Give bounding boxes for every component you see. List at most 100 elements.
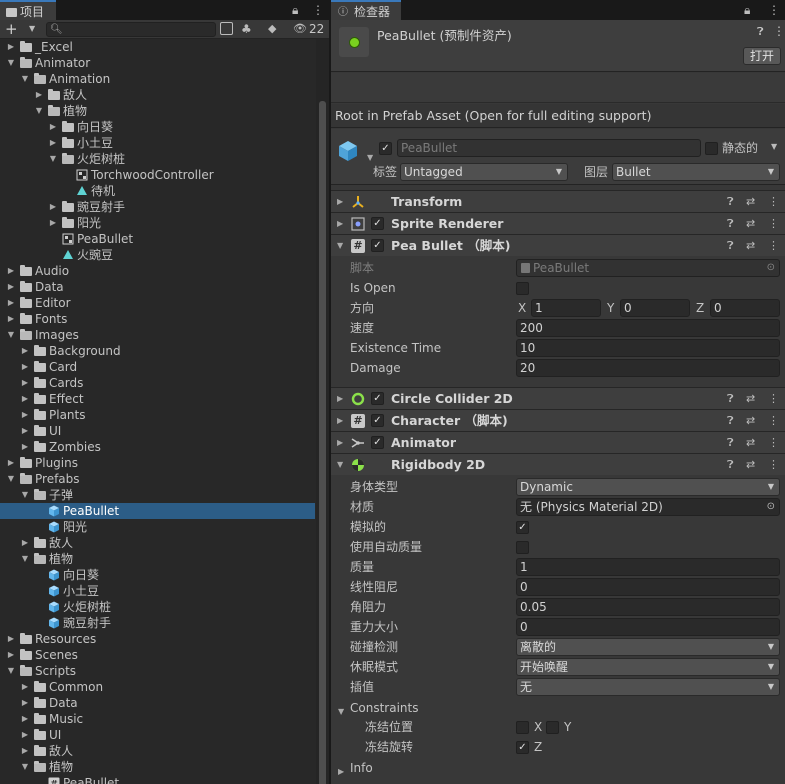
collapse-arrow-icon[interactable]: ▼ xyxy=(20,551,30,567)
more-menu-icon[interactable]: ⋮ xyxy=(768,1,780,19)
collapse-arrow-icon[interactable]: ▼ xyxy=(48,151,58,167)
tree-asset-row[interactable]: 待机 xyxy=(0,183,315,199)
tree-folder-row[interactable]: ▶ Scenes xyxy=(0,647,315,663)
tree-asset-row[interactable]: 小土豆 xyxy=(0,583,315,599)
material-field[interactable]: 无 (Physics Material 2D) ⊙ xyxy=(516,498,780,516)
tree-folder-row[interactable]: ▼ 子弹 xyxy=(0,487,315,503)
filter-type-icon[interactable]: ♣ xyxy=(241,21,252,37)
is-open-toggle[interactable] xyxy=(516,282,529,295)
expand-arrow-icon[interactable]: ▶ xyxy=(20,535,30,551)
expand-arrow-icon[interactable]: ▶ xyxy=(6,455,16,471)
tree-asset-row[interactable]: 火炬树桩 xyxy=(0,599,315,615)
tree-folder-row[interactable]: ▶ Fonts xyxy=(0,311,315,327)
tree-folder-row[interactable]: ▶ 敌人 xyxy=(0,535,315,551)
tree-asset-row[interactable]: # PeaBullet xyxy=(0,775,315,784)
collapse-arrow-icon[interactable]: ▼ xyxy=(34,103,44,119)
tree-asset-row[interactable]: 阳光 xyxy=(0,519,315,535)
tree-folder-row[interactable]: ▶ Cards xyxy=(0,375,315,391)
direction-x-field[interactable]: 1 xyxy=(531,299,601,317)
expand-arrow-icon[interactable]: ▶ xyxy=(6,263,16,279)
lock-icon[interactable]: 🔒︎ xyxy=(292,1,298,19)
sleep-mode-dropdown[interactable]: 开始唤醒 ▼ xyxy=(516,658,780,676)
layer-dropdown[interactable]: Bullet ▼ xyxy=(612,163,780,181)
tree-asset-row[interactable]: PeaBullet xyxy=(0,503,315,519)
expand-arrow-icon[interactable]: ▶ xyxy=(20,407,30,423)
tree-folder-row[interactable]: ▼ Prefabs xyxy=(0,471,315,487)
tree-folder-row[interactable]: ▶ 向日葵 xyxy=(0,119,315,135)
collapse-arrow-icon[interactable]: ▼ xyxy=(20,487,30,503)
more-menu-icon[interactable]: ⋮ xyxy=(768,454,779,475)
expand-arrow-icon[interactable]: ▶ xyxy=(6,39,16,55)
body-type-dropdown[interactable]: Dynamic ▼ xyxy=(516,478,780,496)
component-animator[interactable]: ▶ ✓ Animator ❓︎ ⇄ ⋮ xyxy=(331,431,785,453)
tree-asset-row[interactable]: 豌豆射手 xyxy=(0,615,315,631)
linear-drag-field[interactable]: 0 xyxy=(516,578,780,596)
create-button[interactable]: + xyxy=(5,20,18,38)
component-enabled-toggle[interactable]: ✓ xyxy=(371,436,384,449)
more-menu-icon[interactable]: ⋮ xyxy=(773,24,785,38)
help-icon[interactable]: ❓︎ xyxy=(727,191,734,212)
help-icon[interactable]: ❓︎ xyxy=(727,432,734,453)
tree-folder-row[interactable]: ▼ Animator xyxy=(0,55,315,71)
tree-folder-row[interactable]: ▼ Images xyxy=(0,327,315,343)
tree-folder-row[interactable]: ▼ 植物 xyxy=(0,103,315,119)
auto-mass-toggle[interactable] xyxy=(516,541,529,554)
open-prefab-button[interactable]: 打开 xyxy=(743,47,781,65)
expand-arrow-icon[interactable]: ▶ xyxy=(20,439,30,455)
tree-folder-row[interactable]: ▶ UI xyxy=(0,727,315,743)
expand-arrow-icon[interactable]: ▶ xyxy=(20,727,30,743)
help-icon[interactable]: ❓︎ xyxy=(727,410,734,431)
constraints-fold-icon[interactable]: ▼ xyxy=(338,703,344,721)
tree-folder-row[interactable]: ▶ Effect xyxy=(0,391,315,407)
preset-icon[interactable]: ⇄ xyxy=(746,388,755,409)
expand-arrow-icon[interactable]: ▶ xyxy=(48,135,58,151)
tree-asset-row[interactable]: 火豌豆 xyxy=(0,247,315,263)
tree-folder-row[interactable]: ▶ 敌人 xyxy=(0,743,315,759)
expand-arrow-icon[interactable]: ▶ xyxy=(20,679,30,695)
tree-folder-row[interactable]: ▼ 植物 xyxy=(0,759,315,775)
tree-folder-row[interactable]: ▶ Plugins xyxy=(0,455,315,471)
component-circle-collider[interactable]: ▶ ✓ Circle Collider 2D ❓︎ ⇄ ⋮ xyxy=(331,387,785,409)
lock-icon[interactable]: 🔒︎ xyxy=(744,1,750,19)
expand-arrow-icon[interactable]: ▶ xyxy=(34,87,44,103)
expand-arrow-icon[interactable]: ▶ xyxy=(6,295,16,311)
help-icon[interactable]: ❓︎ xyxy=(727,454,734,475)
expand-arrow-icon[interactable]: ▶ xyxy=(20,391,30,407)
tree-folder-row[interactable]: ▼ Scripts xyxy=(0,663,315,679)
help-icon[interactable]: ❓︎ xyxy=(757,25,764,39)
tree-folder-row[interactable]: ▶ Zombies xyxy=(0,439,315,455)
expand-arrow-icon[interactable]: ▶ xyxy=(20,359,30,375)
collapse-arrow-icon[interactable]: ▼ xyxy=(337,235,343,256)
search-input[interactable]: 🔍︎ xyxy=(46,22,216,37)
tree-folder-row[interactable]: ▶ Common xyxy=(0,679,315,695)
tree-folder-row[interactable]: ▶ Card xyxy=(0,359,315,375)
component-enabled-toggle[interactable]: ✓ xyxy=(371,392,384,405)
simulated-toggle[interactable]: ✓ xyxy=(516,521,529,534)
tree-folder-row[interactable]: ▶ Music xyxy=(0,711,315,727)
preset-icon[interactable]: ⇄ xyxy=(746,235,755,256)
existence-time-field[interactable]: 10 xyxy=(516,339,780,357)
direction-y-field[interactable]: 0 xyxy=(620,299,690,317)
component-sprite-renderer[interactable]: ▶ ✓ Sprite Renderer ❓︎ ⇄ ⋮ xyxy=(331,212,785,234)
component-rigidbody[interactable]: ▼ Rigidbody 2D ❓︎ ⇄ ⋮ xyxy=(331,453,785,475)
project-scrollbar[interactable] xyxy=(316,39,329,784)
component-enabled-toggle[interactable]: ✓ xyxy=(371,239,384,252)
component-transform[interactable]: ▶ Transform ❓︎ ⇄ ⋮ xyxy=(331,190,785,212)
freeze-rotation-z-toggle[interactable]: ✓ xyxy=(516,741,529,754)
tree-folder-row[interactable]: ▶ 敌人 xyxy=(0,87,315,103)
expand-arrow-icon[interactable]: ▶ xyxy=(48,215,58,231)
scene-search-icon[interactable] xyxy=(220,22,233,35)
tree-folder-row[interactable]: ▶ 豌豆射手 xyxy=(0,199,315,215)
more-menu-icon[interactable]: ⋮ xyxy=(768,432,779,453)
tree-asset-row[interactable]: PeaBullet xyxy=(0,231,315,247)
help-icon[interactable]: ❓︎ xyxy=(727,388,734,409)
expand-arrow-icon[interactable]: ▶ xyxy=(6,279,16,295)
speed-field[interactable]: 200 xyxy=(516,319,780,337)
collapse-arrow-icon[interactable]: ▼ xyxy=(20,759,30,775)
tree-folder-row[interactable]: ▶ Data xyxy=(0,695,315,711)
direction-z-field[interactable]: 0 xyxy=(710,299,780,317)
hidden-toggle-icon[interactable]: 👁︎ xyxy=(293,21,307,37)
info-fold-icon[interactable]: ▶ xyxy=(338,763,344,781)
inspector-tab[interactable]: ⓘ 检查器 xyxy=(331,0,401,20)
tree-asset-row[interactable]: TorchwoodController xyxy=(0,167,315,183)
